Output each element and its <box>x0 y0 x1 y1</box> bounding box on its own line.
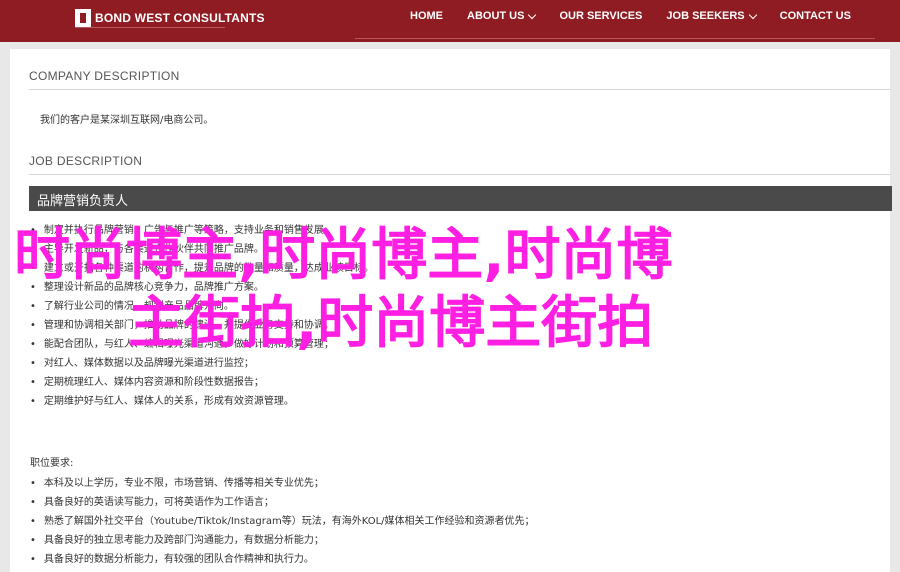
company-logo[interactable]: BOND WEST CONSULTANTS <box>75 8 265 28</box>
job-duties-list: 制定并执行品牌营销、广告与推广等策略，支持业务和销售发展。 主导开发新品，与各渠… <box>30 221 374 411</box>
list-item: 具备良好的数据分析能力，有较强的团队合作精神和执行力。 <box>30 550 535 569</box>
chevron-down-icon <box>748 10 757 19</box>
list-item: 制定并执行品牌营销、广告与推广等策略，支持业务和销售发展。 <box>30 221 374 240</box>
list-item: 建立或开拓各种渠道的机构合作，提升品牌的数量和质量，达成业绩目标。 <box>30 259 374 278</box>
logo-underline <box>75 27 225 28</box>
list-item: 了解行业公司的情况，规划产品品牌方向。 <box>30 297 374 316</box>
list-item: 具备良好的独立思考能力及跨部门沟通能力，有数据分析能力； <box>30 531 535 550</box>
nav-our-services-label: OUR SERVICES <box>559 10 643 22</box>
nav-job-seekers[interactable]: JOB SEEKERS <box>666 10 757 22</box>
main-nav: HOME ABOUT US OUR SERVICES JOB SEEKERS C… <box>410 10 875 22</box>
logo-text: BOND WEST CONSULTANTS <box>95 11 265 25</box>
nav-job-seekers-label: JOB SEEKERS <box>666 10 745 22</box>
company-description-text: 我们的客户是某深圳互联网/电商公司。 <box>40 115 214 126</box>
list-item: 定期梳理红人、媒体内容资源和阶段性数据报告； <box>30 373 374 392</box>
nav-about-us[interactable]: ABOUT US <box>467 10 537 22</box>
nav-home[interactable]: HOME <box>410 10 443 22</box>
job-position-bar: 品牌营销负责人 <box>29 186 892 211</box>
nav-contact-us-label: CONTACT US <box>779 10 851 22</box>
list-item: 本科及以上学历，专业不限，市场营销、传播等相关专业优先； <box>30 474 535 493</box>
list-item: 能配合团队，与红人、编辑曝光渠道沟通，做好计划和预算管理； <box>30 335 374 354</box>
nav-our-services[interactable]: OUR SERVICES <box>559 10 642 22</box>
logo-mark-icon <box>75 9 91 27</box>
nav-about-us-label: ABOUT US <box>467 10 525 22</box>
top-navbar: BOND WEST CONSULTANTS HOME ABOUT US OUR … <box>0 0 900 42</box>
company-description-title: COMPANY DESCRIPTION <box>29 69 180 83</box>
list-item: 熟悉了解国外社交平台（Youtube/Tiktok/Instagram等）玩法，… <box>30 512 535 531</box>
list-item: 整理设计新品的品牌核心竞争力，品牌推广方案。 <box>30 278 374 297</box>
main-content: COMPANY DESCRIPTION 我们的客户是某深圳互联网/电商公司。 J… <box>10 49 892 572</box>
list-item: 对红人、媒体数据以及品牌曝光渠道进行监控； <box>30 354 374 373</box>
chevron-down-icon <box>528 10 537 19</box>
divider <box>29 174 891 175</box>
requirements-list: 本科及以上学历，专业不限，市场营销、传播等相关专业优先； 具备良好的英语读写能力… <box>30 474 535 569</box>
list-item: 具备良好的英语读写能力，可将英语作为工作语言； <box>30 493 535 512</box>
nav-divider <box>355 38 875 39</box>
list-item: 定期维护好与红人、媒体人的关系，形成有效资源管理。 <box>30 392 374 411</box>
requirements-title: 职位要求: <box>30 458 74 469</box>
list-item: 主导开发新品，与各渠道合作伙伴共同推广品牌。 <box>30 240 374 259</box>
job-description-title: JOB DESCRIPTION <box>29 154 143 168</box>
nav-home-label: HOME <box>410 10 443 22</box>
divider <box>29 89 891 90</box>
nav-contact-us[interactable]: CONTACT US <box>780 10 851 22</box>
list-item: 管理和协调相关部门，推动品牌的建设，并提供业务支持和协调。 <box>30 316 374 335</box>
